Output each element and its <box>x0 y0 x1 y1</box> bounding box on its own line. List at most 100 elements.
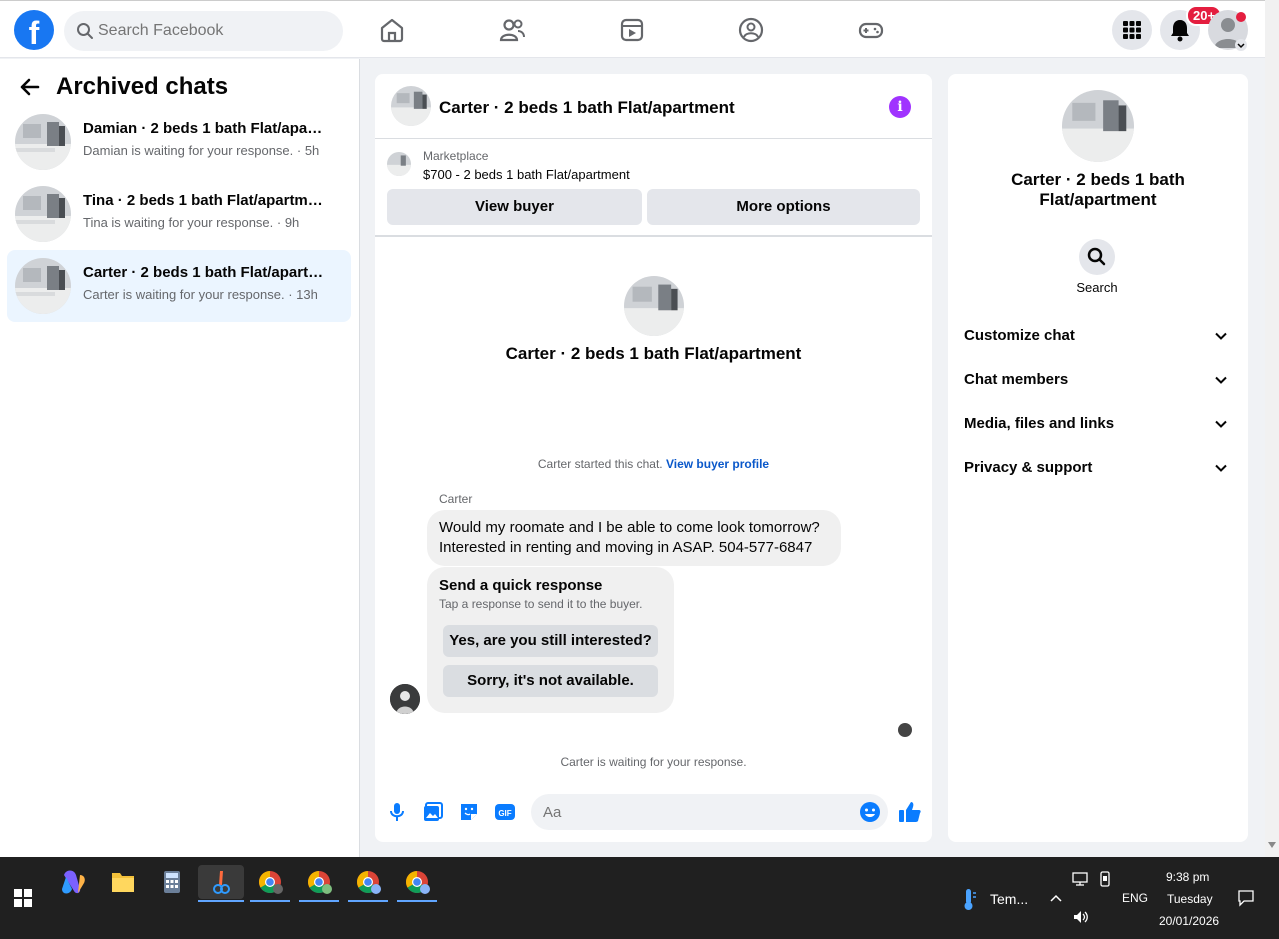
search-icon <box>1087 247 1106 266</box>
details-title: Carter · 2 beds 1 bath Flat/apartment <box>1011 170 1185 209</box>
chrome-app[interactable] <box>348 865 388 902</box>
row-label: Privacy & support <box>964 459 1093 476</box>
thumbs-up-icon[interactable] <box>898 800 922 824</box>
archived-header: Archived chats <box>18 73 228 101</box>
view-buyer-button[interactable]: View buyer <box>387 189 642 225</box>
sender-avatar[interactable] <box>390 684 420 714</box>
conversation-intro-title: Carter · 2 beds 1 bath Flat/apartment <box>505 344 802 363</box>
calculator-app[interactable] <box>152 865 192 899</box>
network-icon[interactable] <box>1072 871 1090 887</box>
friends-icon[interactable] <box>499 17 525 43</box>
chevron-up-icon[interactable] <box>1049 893 1063 903</box>
svg-text:GIF: GIF <box>498 809 511 818</box>
facebook-logo[interactable]: f <box>14 10 54 50</box>
chat-name: Damian · 2 beds 1 bath Flat/apartment <box>83 120 328 137</box>
search-box[interactable] <box>64 11 343 51</box>
view-buyer-profile-link[interactable]: View buyer profile <box>666 457 769 471</box>
menu-button[interactable] <box>1112 10 1152 50</box>
active-app[interactable] <box>198 865 244 902</box>
scroll-down-arrow-icon[interactable] <box>1268 842 1276 848</box>
open-indicator <box>348 900 388 902</box>
chevron-down-icon <box>1215 420 1227 428</box>
grid-menu-icon <box>1123 21 1141 39</box>
customize-chat-row[interactable]: Customize chat <box>964 316 1232 356</box>
photo-icon[interactable] <box>422 801 444 823</box>
chat-status: Carter is waiting for your response. · 1… <box>83 287 318 302</box>
message-input[interactable] <box>543 794 843 830</box>
conversation-panel: Carter · 2 beds 1 bath Flat/apartment i … <box>375 74 932 842</box>
chevron-down-icon <box>1215 464 1227 472</box>
search-in-conversation-button[interactable] <box>1079 239 1115 275</box>
more-options-button[interactable]: More options <box>647 189 920 225</box>
archived-chats-panel: Archived chats Damian · 2 beds 1 bath Fl… <box>0 59 360 857</box>
back-arrow-icon[interactable] <box>18 76 40 98</box>
active-indicator <box>198 900 244 902</box>
notification-center-icon[interactable] <box>1237 889 1255 907</box>
microphone-icon[interactable] <box>386 801 408 823</box>
listing-thumbnail <box>15 114 71 170</box>
chat-list-item[interactable]: Damian · 2 beds 1 bath Flat/apartment Da… <box>7 106 351 178</box>
clock-day[interactable]: Tuesday <box>1167 892 1213 906</box>
weather-widget[interactable]: Tem... <box>990 891 1028 907</box>
copilot-app[interactable] <box>54 865 94 899</box>
chat-status: Damian is waiting for your response. · 5… <box>83 143 320 158</box>
copilot-icon <box>62 870 85 894</box>
chat-list-item[interactable]: Tina · 2 beds 1 bath Flat/apartment Tina… <box>7 178 351 250</box>
row-label: Chat members <box>964 371 1069 388</box>
listing-avatar-large <box>624 276 684 336</box>
listing-thumbnail <box>15 258 71 314</box>
listing-thumbnail[interactable] <box>391 86 431 126</box>
row-label: Media, files and links <box>964 415 1115 432</box>
search-input[interactable] <box>98 11 328 51</box>
device-icon[interactable] <box>1098 871 1112 887</box>
listing-thumbnail[interactable] <box>387 152 411 176</box>
chrome-app[interactable] <box>397 865 437 902</box>
sticker-icon[interactable] <box>458 801 480 823</box>
home-icon[interactable] <box>379 17 405 43</box>
message-composer[interactable] <box>531 794 888 830</box>
row-label: Customize chat <box>964 327 1075 344</box>
snipping-tool-icon <box>213 871 230 894</box>
message-line: Would my roomate and I be able to come l… <box>439 519 820 536</box>
info-icon[interactable]: i <box>889 96 911 118</box>
page-scrollbar[interactable] <box>1265 0 1279 857</box>
groups-icon[interactable] <box>738 17 764 43</box>
chat-list-item-selected[interactable]: Carter · 2 beds 1 bath Flat/apartment Ca… <box>7 250 351 322</box>
profile-alert-dot <box>1236 12 1246 22</box>
message-line: Interested in renting and moving in ASAP… <box>439 539 813 556</box>
chrome-icon <box>357 871 381 894</box>
gaming-icon[interactable] <box>858 17 884 43</box>
media-files-links-row[interactable]: Media, files and links <box>964 404 1232 444</box>
language-indicator[interactable]: ENG <box>1122 891 1148 905</box>
open-indicator <box>397 900 437 902</box>
chat-members-row[interactable]: Chat members <box>964 360 1232 400</box>
message-bubble: Would my roomate and I be able to come l… <box>427 510 841 566</box>
emoji-icon[interactable] <box>859 801 881 823</box>
chevron-down-icon <box>1215 376 1227 384</box>
windows-start-icon[interactable] <box>14 889 32 907</box>
quick-response-button[interactable]: Sorry, it's not available. <box>443 665 658 697</box>
thermometer-icon <box>964 889 976 910</box>
quick-response-title: Send a quick response <box>439 577 603 594</box>
gif-icon[interactable]: GIF <box>494 801 516 823</box>
chevron-down-icon[interactable] <box>1235 39 1247 51</box>
windows-taskbar: Tem... ENG 9:38 pm Tuesday 20/01/2026 <box>0 857 1279 939</box>
conversation-title[interactable]: Carter · 2 beds 1 bath Flat/apartment <box>439 98 735 118</box>
waiting-notice: Carter is waiting for your response. <box>560 755 747 769</box>
quick-response-subtitle: Tap a response to send it to the buyer. <box>439 597 643 611</box>
chrome-app[interactable] <box>299 865 339 902</box>
chat-started-text: Carter started this chat. <box>537 457 663 471</box>
privacy-support-row[interactable]: Privacy & support <box>964 448 1232 488</box>
quick-response-button[interactable]: Yes, are you still interested? <box>443 625 658 657</box>
file-explorer-app[interactable] <box>103 865 143 899</box>
listing-price-title[interactable]: $700 - 2 beds 1 bath Flat/apartment <box>423 167 630 182</box>
chrome-icon <box>308 871 332 894</box>
folder-icon <box>112 873 134 892</box>
speaker-icon[interactable] <box>1072 909 1090 925</box>
clock-time[interactable]: 9:38 pm <box>1166 870 1209 884</box>
video-icon[interactable] <box>619 17 645 43</box>
clock-date[interactable]: 20/01/2026 <box>1159 914 1219 928</box>
chrome-app[interactable] <box>250 865 290 902</box>
conversation-header: Carter · 2 beds 1 bath Flat/apartment i <box>375 74 932 139</box>
chat-status: Tina is waiting for your response. · 9h <box>83 215 300 230</box>
